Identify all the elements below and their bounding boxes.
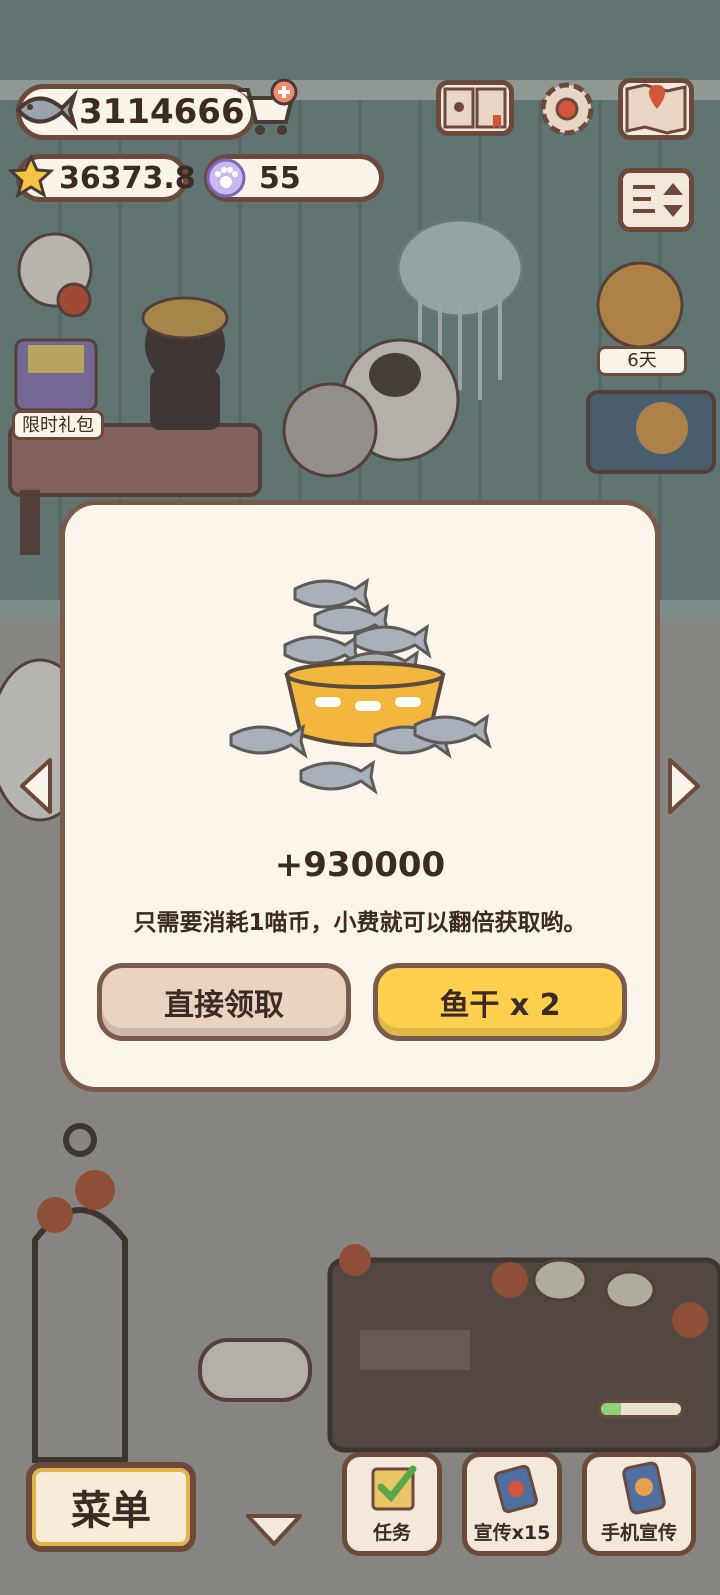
event-days-label[interactable]: 6天 [597,346,687,376]
left-arrow-icon[interactable] [16,756,56,816]
double-tip-message: 只需要消耗1喵币，小费就可以翻倍获取哟。 [133,910,587,936]
star-icon [8,154,54,199]
promo-label: 宣传x15 [473,1522,551,1544]
paw-coin-icon [206,158,246,198]
task-button[interactable]: 任务 [342,1452,442,1556]
book-button[interactable] [436,80,514,136]
menu-button[interactable]: 菜单 [26,1462,196,1552]
task-label: 任务 [372,1522,411,1544]
double-fish-button[interactable]: 鱼干 x 2 [373,963,627,1041]
checklist-icon [371,1465,417,1511]
right-arrow-icon[interactable] [664,756,704,816]
map-icon [625,83,687,135]
limited-gift-pack-label[interactable]: 限时礼包 [12,410,104,440]
gear-icon[interactable] [536,78,598,140]
tip-reward-dialog: +930000 只需要消耗1喵币，小费就可以翻倍获取哟。 直接领取 鱼干 x 2 [60,500,660,1092]
phone-promo-label: 手机宣传 [600,1522,677,1544]
promo-button[interactable]: 宣传x15 [462,1452,562,1556]
collapse-down-icon[interactable] [244,1512,304,1548]
phone-promo-button[interactable]: 手机宣传 [582,1452,696,1556]
phone-promo-progress-fill [601,1403,621,1415]
cart-add-icon[interactable] [234,78,300,140]
book-icon [443,87,507,129]
claim-directly-button[interactable]: 直接领取 [97,963,351,1041]
phone-icon [622,1461,666,1515]
phone-promo-progress-bar [598,1400,684,1418]
sort-icon [633,183,683,217]
fish-bowl-icon [229,577,492,795]
star-count-value: 36373.8 [59,160,196,196]
flyer-icon [494,1464,538,1514]
map-button[interactable] [618,78,694,140]
fish-icon [15,89,78,131]
paw-coin-count-value: 55 [259,160,301,196]
sort-button[interactable] [618,168,694,232]
fish-count-value: 3114666 [79,92,245,132]
reward-amount: +930000 [274,845,446,885]
